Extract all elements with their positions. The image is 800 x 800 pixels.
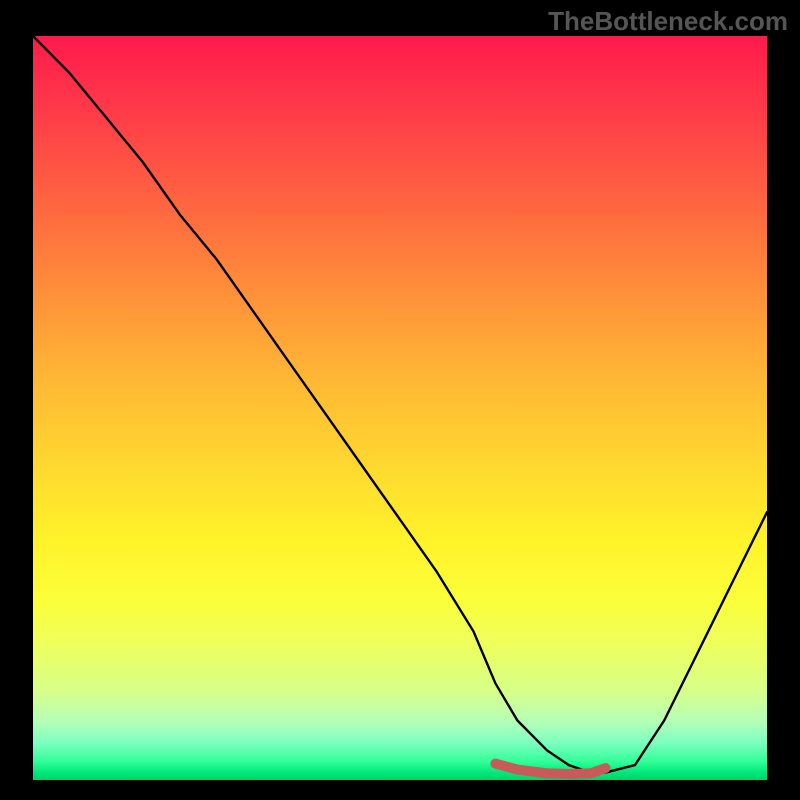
curve-layer [33,36,767,780]
watermark-text: TheBottleneck.com [548,6,788,37]
optimal-zone-curve [495,764,605,774]
main-curve [33,36,767,773]
chart-container: TheBottleneck.com [0,0,800,800]
plot-area [33,36,767,780]
